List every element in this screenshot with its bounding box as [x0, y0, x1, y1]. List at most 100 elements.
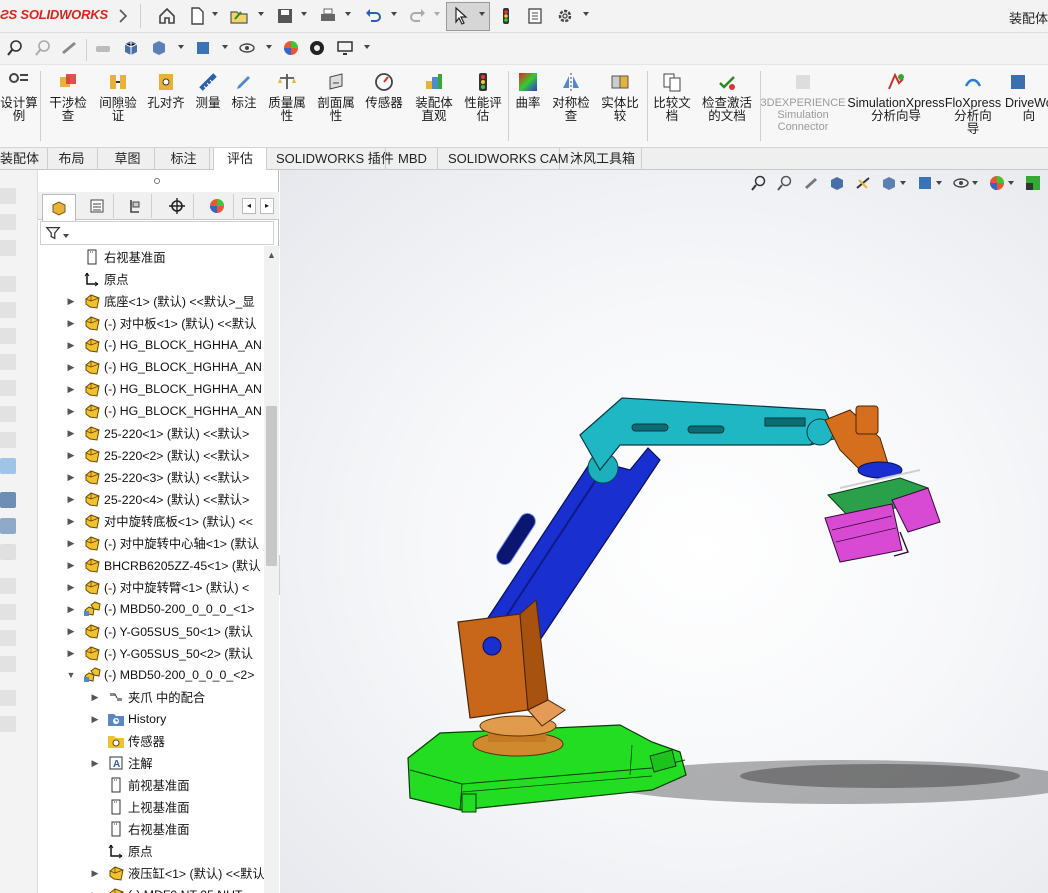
tree-row[interactable]: ▶ 液压缸<1> (默认) <<默认	[38, 862, 264, 884]
tree-row[interactable]: ▶ 底座<1> (默认) <<默认>_显	[38, 290, 264, 312]
tree-row[interactable]: ▶ (-) HG_BLOCK_HGHHA_AN	[38, 378, 264, 400]
open-icon[interactable]	[228, 5, 250, 27]
expand-arrow-icon[interactable]: ▶	[66, 648, 76, 658]
tree-row[interactable]: ▶ (-) MBD50-200_0_0_0_<1>	[38, 598, 264, 620]
tab-configurationmanager[interactable]	[118, 194, 152, 218]
tree-row[interactable]: ▶ (-) 对中旋转臂<1> (默认) <	[38, 576, 264, 598]
select-dropdown-icon[interactable]	[479, 12, 485, 16]
menu-expand-icon[interactable]	[112, 5, 134, 27]
redo-dropdown-icon[interactable]	[434, 12, 440, 16]
monitor-dropdown-icon[interactable]	[364, 45, 370, 49]
expand-arrow-icon[interactable]: ▶	[90, 714, 100, 724]
robot-arm-model[interactable]	[280, 170, 1048, 893]
print-icon[interactable]	[317, 5, 339, 27]
options-gear-icon[interactable]	[554, 5, 576, 27]
assembly-visualization-button[interactable]: 装配体 直观	[410, 69, 458, 123]
expand-arrow-icon[interactable]: ▶	[66, 604, 76, 614]
tab-mbd[interactable]: MBD	[388, 148, 438, 170]
tree-filter-field[interactable]	[40, 221, 274, 245]
monitor-icon[interactable]	[334, 37, 356, 59]
view-orientation-dropdown-icon[interactable]	[178, 45, 184, 49]
expand-arrow-icon[interactable]: ▶	[90, 692, 100, 702]
zoom-icon[interactable]	[4, 37, 26, 59]
expand-arrow-icon[interactable]: ▶	[66, 450, 76, 460]
tree-row[interactable]: ▶ 25-220<1> (默认) <<默认>	[38, 422, 264, 444]
filter-dropdown-icon[interactable]	[63, 234, 69, 238]
markup-button[interactable]: 标注	[226, 69, 262, 110]
mass-properties-button[interactable]: 质量属 性	[262, 69, 312, 123]
gripper[interactable]	[824, 469, 941, 563]
expand-arrow-icon[interactable]: ▶	[66, 362, 76, 372]
expand-arrow-icon[interactable]: ▶	[66, 318, 76, 328]
tree-row[interactable]: ▶ (-) HG_BLOCK_HGHHA_AN	[38, 334, 264, 356]
section-view-icon[interactable]	[58, 37, 80, 59]
tab-solidworks-cam[interactable]: SOLIDWORKS CAM	[440, 148, 569, 170]
tree-row[interactable]: ▶ History	[38, 708, 264, 730]
scroll-thumb[interactable]	[266, 406, 277, 566]
symmetry-check-button[interactable]: 对称检 查	[548, 69, 594, 123]
print-dropdown-icon[interactable]	[345, 12, 351, 16]
filter-funnel-icon[interactable]	[45, 225, 61, 241]
expand-arrow-icon[interactable]: ▶	[66, 384, 76, 394]
tab-solidworks-addins[interactable]: SOLIDWORKS 插件	[268, 148, 394, 170]
tree-row[interactable]: ▶(-) MDF0 NT 25 NUT	[38, 884, 264, 893]
expand-arrow-icon[interactable]: ▶	[66, 538, 76, 548]
expand-arrow-icon[interactable]: ▶	[66, 516, 76, 526]
tab-assembly[interactable]: 装配体	[0, 148, 49, 170]
expand-arrow-icon[interactable]: ▶	[66, 494, 76, 504]
performance-evaluation-button[interactable]: 性能评 估	[459, 69, 507, 123]
scene-icon[interactable]	[306, 37, 328, 59]
tree-row[interactable]: ▶ (-) 对中旋转中心轴<1> (默认	[38, 532, 264, 554]
body-compare-button[interactable]: 实体比 较	[596, 69, 644, 123]
hole-alignment-button[interactable]: 孔对齐	[143, 69, 189, 110]
tree-row[interactable]: ▶ (-) Y-G05SUS_50<1> (默认	[38, 620, 264, 642]
hide-show-icon[interactable]	[236, 37, 258, 59]
floxpress-button[interactable]: FloXpress 分析向 导	[944, 69, 1002, 136]
tab-layout[interactable]: 布局	[46, 148, 98, 170]
curvature-button[interactable]: 曲率	[510, 69, 546, 110]
tool-icon[interactable]	[0, 492, 16, 508]
file-properties-icon[interactable]	[524, 5, 546, 27]
interference-check-button[interactable]: 干涉检 查	[44, 69, 92, 123]
collapse-arrow-icon[interactable]: ▼	[66, 670, 76, 680]
tree-row[interactable]: ▼ (-) MBD50-200_0_0_0_<2>	[38, 664, 264, 686]
view-cube-icon[interactable]	[120, 37, 142, 59]
home-icon[interactable]	[156, 5, 178, 27]
tree-row[interactable]: ▶ (-) 对中板<1> (默认) <<默认	[38, 312, 264, 334]
tab-dimxpert[interactable]	[160, 194, 194, 218]
upper-arm[interactable]	[579, 397, 839, 472]
expand-arrow-icon[interactable]: ▶	[66, 406, 76, 416]
select-cursor-icon[interactable]	[450, 5, 472, 27]
wrist[interactable]	[824, 405, 903, 479]
tab-scroll-right-icon[interactable]: ▸	[260, 198, 274, 214]
tab-displaymanager[interactable]	[200, 194, 234, 218]
driveworks-button[interactable]: DriveWo 向	[1005, 69, 1048, 123]
tree-row[interactable]: 前视基准面	[38, 774, 264, 796]
tab-evaluate[interactable]: 评估	[213, 148, 267, 171]
undo-dropdown-icon[interactable]	[391, 12, 397, 16]
new-document-icon[interactable]	[186, 5, 208, 27]
expand-arrow-icon[interactable]: ▶	[66, 582, 76, 592]
expand-arrow-icon[interactable]: ▶	[66, 428, 76, 438]
open-dropdown-icon[interactable]	[258, 12, 264, 16]
expand-arrow-icon[interactable]: ▶	[66, 472, 76, 482]
save-icon[interactable]	[274, 5, 296, 27]
panel-grip-icon[interactable]	[154, 178, 160, 184]
compare-documents-button[interactable]: 比较文 档	[648, 69, 696, 123]
tree-row[interactable]: ▶ (-) Y-G05SUS_50<2> (默认	[38, 642, 264, 664]
tree-row[interactable]: 原点	[38, 268, 264, 290]
tree-row[interactable]: ▶ 对中旋转底板<1> (默认) <<	[38, 510, 264, 532]
redo-icon[interactable]	[407, 5, 429, 27]
tab-sketch[interactable]: 草图	[101, 148, 155, 170]
simulationxpress-button[interactable]: SimulationXpress 分析向导	[847, 69, 945, 123]
tab-mufeng-toolbox[interactable]: 沐风工具箱	[562, 148, 642, 170]
expand-arrow-icon[interactable]: ▶	[66, 296, 76, 306]
tree-row[interactable]: ▶ BHCRB6205ZZ-45<1> (默认	[38, 554, 264, 576]
tool-icon[interactable]	[0, 518, 16, 534]
check-active-document-button[interactable]: 检查激活 的文档	[696, 69, 758, 123]
tree-row[interactable]: 右视基准面	[38, 246, 264, 268]
sensor-button[interactable]: 传感器	[360, 69, 408, 110]
base-turret[interactable]	[472, 715, 564, 757]
expand-arrow-icon[interactable]: ▶	[66, 340, 76, 350]
measure-button[interactable]: 测量	[190, 69, 226, 110]
